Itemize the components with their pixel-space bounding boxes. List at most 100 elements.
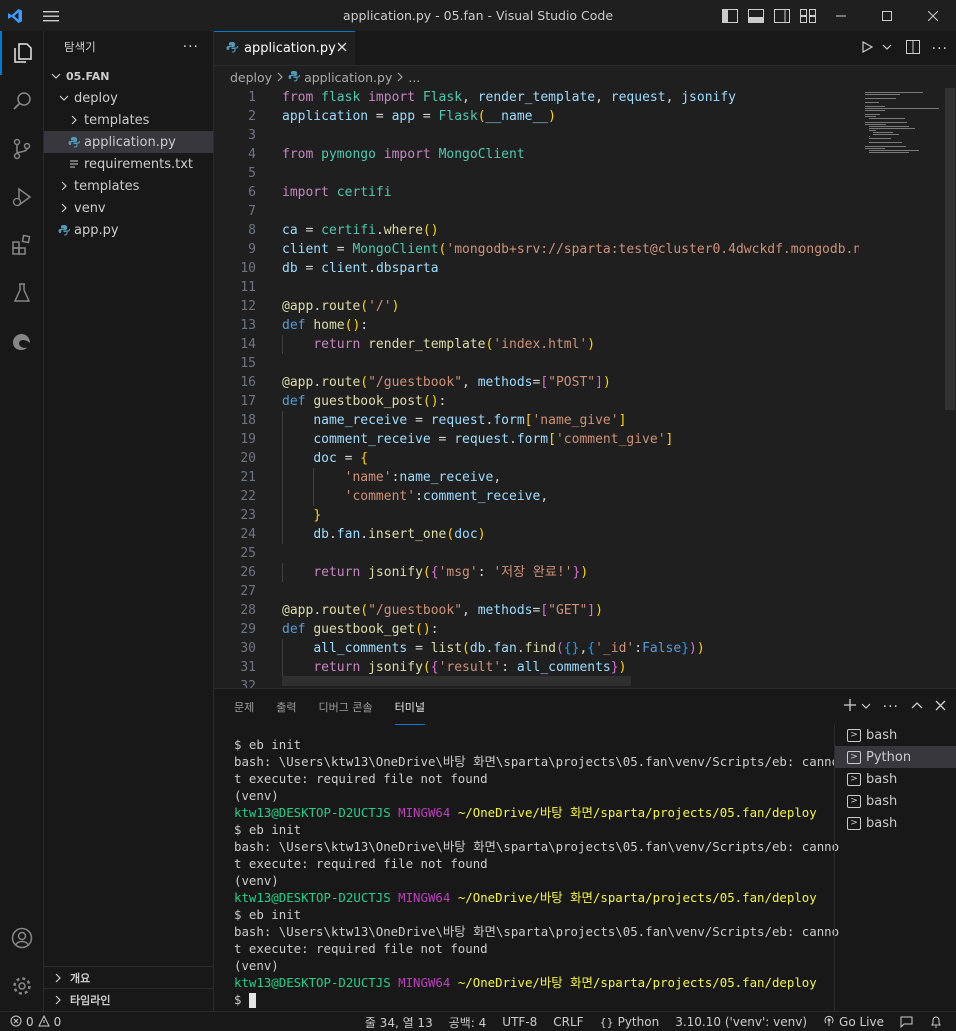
code-line[interactable]: 30 all_comments = list(db.fan.find({},{'… bbox=[214, 639, 859, 658]
testing-icon[interactable] bbox=[0, 271, 44, 315]
manage-gear-icon[interactable] bbox=[0, 964, 44, 1008]
code-line[interactable]: 14 return render_template('index.html') bbox=[214, 335, 859, 354]
go-live-button[interactable]: Go Live bbox=[823, 1015, 884, 1030]
line-number: 25 bbox=[240, 546, 256, 561]
feedback-icon[interactable] bbox=[900, 1016, 914, 1028]
cursor-position[interactable]: 줄 34, 열 13 bbox=[365, 1014, 433, 1031]
tab-output[interactable]: 출력 bbox=[276, 689, 296, 725]
customize-layout-icon[interactable] bbox=[798, 6, 818, 26]
minimize-icon[interactable] bbox=[818, 0, 864, 31]
code-line[interactable]: 8 ca = certifi.where() bbox=[214, 221, 859, 240]
indentation[interactable]: 공백: 4 bbox=[449, 1014, 487, 1031]
code-editor[interactable]: 1 from flask import Flask, render_templat… bbox=[214, 88, 859, 688]
code-line[interactable]: 29 def guestbook_get(): bbox=[214, 620, 859, 639]
code-line[interactable]: 20 doc = { bbox=[214, 449, 859, 468]
code-line[interactable]: 11 bbox=[214, 278, 859, 297]
code-line[interactable]: 17 def guestbook_post(): bbox=[214, 392, 859, 411]
end-of-line[interactable]: CRLF bbox=[553, 1015, 583, 1029]
scrollbar-thumb[interactable] bbox=[945, 88, 955, 410]
code-line[interactable]: 23 } bbox=[214, 506, 859, 525]
tab-problems[interactable]: 문제 bbox=[234, 689, 254, 725]
tree-item-requirements[interactable]: requirements.txt bbox=[44, 153, 213, 175]
maximize-panel-chevron-up-icon[interactable] bbox=[911, 700, 923, 715]
timeline-section[interactable]: 타임라인 bbox=[44, 988, 213, 1010]
tree-item-deploy-templates[interactable]: templates bbox=[44, 109, 213, 131]
code-line[interactable]: 24 db.fan.insert_one(doc) bbox=[214, 525, 859, 544]
tree-root-folder[interactable]: 05.FAN bbox=[44, 65, 213, 87]
split-editor-icon[interactable] bbox=[905, 39, 920, 58]
tree-item-deploy[interactable]: deploy bbox=[44, 87, 213, 109]
run-dropdown-chevron-icon[interactable] bbox=[882, 41, 892, 56]
terminal-list-item[interactable]: > Python bbox=[835, 746, 956, 768]
code-line[interactable]: 5 bbox=[214, 164, 859, 183]
terminal-list-item[interactable]: > bash bbox=[835, 812, 956, 834]
tree-item-venv[interactable]: venv bbox=[44, 197, 213, 219]
tree-item-app-py[interactable]: app.py bbox=[44, 219, 213, 241]
tab-terminal[interactable]: 터미널 bbox=[394, 689, 425, 725]
terminal-list-item[interactable]: > bash bbox=[835, 790, 956, 812]
code-line[interactable]: 12 @app.route('/') bbox=[214, 297, 859, 316]
python-interpreter[interactable]: 3.10.10 ('venv': venv) bbox=[675, 1015, 807, 1029]
breadcrumb-symbol[interactable]: ... bbox=[408, 70, 420, 85]
close-icon[interactable] bbox=[910, 0, 956, 31]
explorer-icon[interactable] bbox=[0, 31, 44, 75]
code-line[interactable]: 22 'comment':comment_receive, bbox=[214, 487, 859, 506]
code-line[interactable]: 4 from pymongo import MongoClient bbox=[214, 145, 859, 164]
language-mode[interactable]: {} Python bbox=[600, 1015, 660, 1029]
outline-section[interactable]: 개요 bbox=[44, 966, 213, 988]
vertical-scrollbar[interactable] bbox=[942, 88, 956, 688]
tree-item-application-py[interactable]: application.py bbox=[44, 131, 213, 153]
toggle-secondary-sidebar-icon[interactable] bbox=[772, 6, 792, 26]
editor-more-actions-icon[interactable]: ··· bbox=[932, 41, 948, 57]
terminal-output[interactable]: $ eb init bash: \Users\ktw13\OneDrive\바탕 … bbox=[234, 736, 839, 1008]
terminal-list-item[interactable]: > bash bbox=[835, 724, 956, 746]
run-debug-icon[interactable] bbox=[0, 175, 44, 219]
code-line[interactable]: 2 application = app = Flask(__name__) bbox=[214, 107, 859, 126]
code-line[interactable]: 7 bbox=[214, 202, 859, 221]
code-line[interactable]: 1 from flask import Flask, render_templat… bbox=[214, 88, 859, 107]
horizontal-scrollbar[interactable] bbox=[282, 676, 631, 686]
code-line[interactable]: 25 bbox=[214, 544, 859, 563]
code-line[interactable]: 28 @app.route("/guestbook", methods=["GET… bbox=[214, 601, 859, 620]
code-line[interactable]: 31 return jsonify({'result': all_comment… bbox=[214, 658, 859, 677]
terminal-list-item[interactable]: > bash bbox=[835, 768, 956, 790]
code-line[interactable]: 19 comment_receive = request.form['comme… bbox=[214, 430, 859, 449]
code-line[interactable]: 18 name_receive = request.form['name_giv… bbox=[214, 411, 859, 430]
tab-application-py[interactable]: application.py bbox=[214, 31, 355, 65]
code-line[interactable]: 27 bbox=[214, 582, 859, 601]
new-terminal-plus-icon[interactable] bbox=[843, 698, 857, 716]
breadcrumb-file[interactable]: application.py bbox=[304, 70, 392, 85]
search-icon[interactable] bbox=[0, 79, 44, 123]
close-panel-icon[interactable] bbox=[935, 700, 946, 715]
notifications-bell-icon[interactable] bbox=[930, 1016, 942, 1028]
minimap[interactable] bbox=[859, 88, 943, 688]
encoding[interactable]: UTF-8 bbox=[502, 1015, 537, 1029]
terminal-prompt-line[interactable]: $ bbox=[234, 991, 824, 1008]
hamburger-menu-icon[interactable] bbox=[38, 0, 64, 31]
edge-devtools-icon[interactable] bbox=[0, 319, 44, 363]
code-line[interactable]: 21 'name':name_receive, bbox=[214, 468, 859, 487]
tab-debug-console[interactable]: 디버그 콘솔 bbox=[319, 689, 373, 725]
tree-item-templates[interactable]: templates bbox=[44, 175, 213, 197]
source-control-icon[interactable] bbox=[0, 127, 44, 171]
toggle-panel-icon[interactable] bbox=[746, 6, 766, 26]
code-line[interactable]: 16 @app.route("/guestbook", methods=["POS… bbox=[214, 373, 859, 392]
code-line[interactable]: 26 return jsonify({'msg': '저장 완료!'}) bbox=[214, 563, 859, 582]
run-python-file-icon[interactable] bbox=[860, 40, 874, 58]
code-line[interactable]: 13 def home(): bbox=[214, 316, 859, 335]
code-line[interactable]: 15 bbox=[214, 354, 859, 373]
more-actions-icon[interactable]: ··· bbox=[183, 39, 199, 55]
code-line[interactable]: 6 import certifi bbox=[214, 183, 859, 202]
panel-more-actions-icon[interactable]: ··· bbox=[883, 699, 899, 715]
extensions-icon[interactable] bbox=[0, 223, 44, 267]
tab-close-icon[interactable] bbox=[337, 41, 347, 56]
problems-status[interactable]: 0 0 bbox=[10, 1014, 61, 1030]
toggle-primary-sidebar-icon[interactable] bbox=[720, 6, 740, 26]
terminal-dropdown-chevron-icon[interactable] bbox=[861, 700, 871, 715]
breadcrumb-deploy[interactable]: deploy bbox=[230, 70, 272, 85]
code-line[interactable]: 9 client = MongoClient('mongodb+srv://spa… bbox=[214, 240, 859, 259]
maximize-icon[interactable] bbox=[864, 0, 910, 31]
code-line[interactable]: 3 bbox=[214, 126, 859, 145]
accounts-icon[interactable] bbox=[0, 916, 44, 960]
code-line[interactable]: 10 db = client.dbsparta bbox=[214, 259, 859, 278]
